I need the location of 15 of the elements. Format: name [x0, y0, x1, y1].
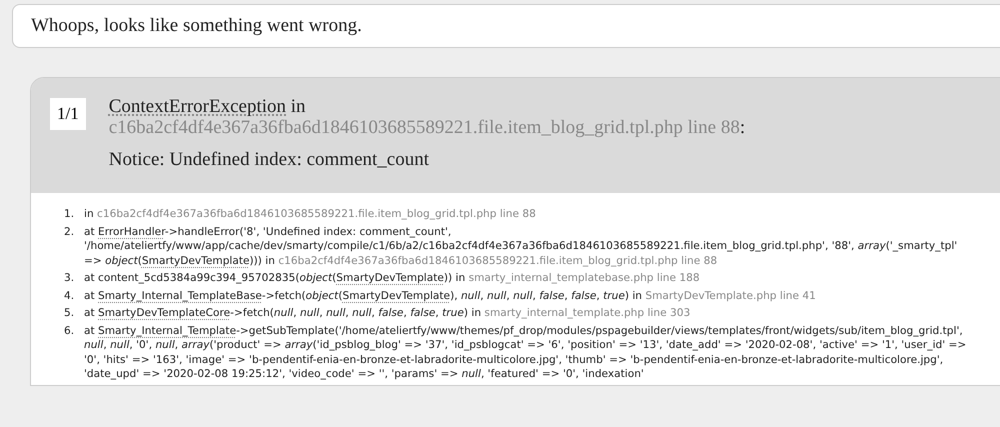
trace-number: 3. [64, 271, 76, 286]
trace-entry: at SmartyDevTemplateCore->fetch(null, null, null, null, false, false, true) in smarty_internal_template.php line 303 [84, 306, 692, 320]
trace-number: 2. [64, 224, 76, 240]
trace-number: 6. [64, 324, 76, 338]
error-message: Whoops, looks like something went wrong. [31, 15, 362, 36]
exception-title: ContextErrorException in c16ba2cf4df4e367a36fba6d1846103685589221.file.item_blog_grid.tpl.php line 88: [108, 96, 746, 138]
trace-entry: in c16ba2cf4df4e367a36fba6d1846103685589221.file.item_blog_grid.tpl.php line 88 [84, 207, 537, 222]
exception-counter: 1/1 [50, 98, 86, 130]
trace-entry: at Smarty_Internal_TemplateBase->fetch(object(SmartyDevTemplate), null, null, null, false, false, true) in SmartyDevTemplate.php line 41 [84, 288, 817, 303]
trace-number: 4. [64, 288, 76, 303]
exception-message: Notice: Undefined index: comment_count [108, 149, 430, 171]
trace-entry: at content_5cd5384a99c394_95702835(object(SmartyDevTemplate)) in smarty_internal_templatebase.php line 188 [84, 271, 701, 286]
trace-entry: at Smarty_Internal_Template->getSubTemplate('/home/ateliertfy/www/themes/pf_drop/modules/pspagebuilder/views/templates/front/widgets/sub/item_blog_grid.tpl', null, null, '0', null, array('product' => array('id_psblog_blog' => '37', 'id_psblogcat' => '6', 'position' => '13', 'date_add' => '2020-02-08', 'active' => '1', 'user_id' => '0', 'hits' => '163', 'image' => 'b-pendentif-enia-en-bronze-et-labradorite-multicolore.jpg', 'thumb' => 'b-pendentif-enia-en-bronze-et-labradorite-multicolore.jpg', 'date_upd' => '2020-02-08 19:25:12', 'video_code' => '', 'params' => null, 'featured' => '0', 'indexation' [84, 324, 968, 382]
trace-number: 5. [64, 306, 76, 320]
trace-number: 1. [64, 207, 76, 222]
